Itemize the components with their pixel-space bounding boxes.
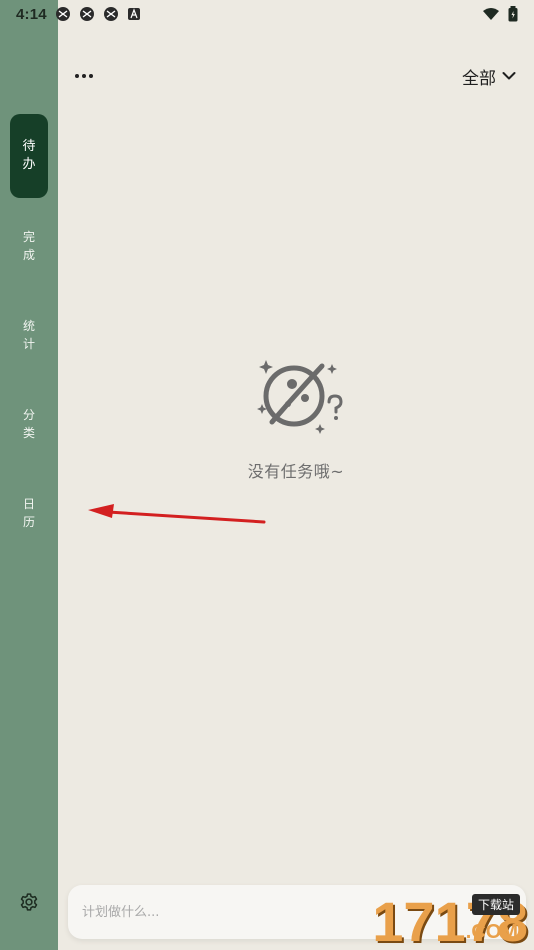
status-time: 4:14 xyxy=(16,5,47,23)
sidebar-item-label: 类 xyxy=(22,426,35,440)
sidebar-item-stats[interactable]: 统 计 xyxy=(10,293,48,377)
more-icon xyxy=(75,74,93,78)
sidebar-item-label: 办 xyxy=(22,157,36,172)
empty-state: 没有任务哦~ xyxy=(58,350,534,482)
chevron-down-icon xyxy=(502,72,516,80)
sidebar-item-label: 待 xyxy=(22,139,36,154)
sidebar-item-calendar[interactable]: 日 历 xyxy=(10,471,48,555)
sidebar-item-label: 分 xyxy=(22,408,35,422)
more-button[interactable] xyxy=(72,66,96,86)
main-panel: 全部 没有任务哦~ xyxy=(58,0,534,950)
gear-icon xyxy=(20,893,38,911)
settings-button[interactable] xyxy=(16,889,42,915)
sidebar-item-label: 成 xyxy=(22,248,35,262)
sidebar-item-done[interactable]: 完 成 xyxy=(10,204,48,288)
filter-label: 全部 xyxy=(462,68,496,89)
app-root: 4:14 待 办 完 成 统 计 分 类 日 历 全部 没有任务哦~ 计划做什么… xyxy=(0,0,534,950)
sidebar-item-label: 历 xyxy=(22,515,35,529)
task-input[interactable] xyxy=(82,904,512,920)
sidebar-item-label: 完 xyxy=(22,230,35,244)
task-input-bar xyxy=(68,885,526,939)
sidebar-item-todo[interactable]: 待 办 xyxy=(10,114,48,198)
empty-message: 没有任务哦~ xyxy=(247,462,345,481)
planet-question-icon xyxy=(257,360,343,434)
sidebar-item-label: 统 xyxy=(22,319,35,333)
sidebar-item-category[interactable]: 分 类 xyxy=(10,382,48,466)
sidebar-item-label: 计 xyxy=(22,337,35,351)
annotation-arrow-icon xyxy=(88,504,266,524)
sidebar-item-label: 日 xyxy=(22,497,35,511)
filter-dropdown[interactable]: 全部 xyxy=(462,62,516,90)
